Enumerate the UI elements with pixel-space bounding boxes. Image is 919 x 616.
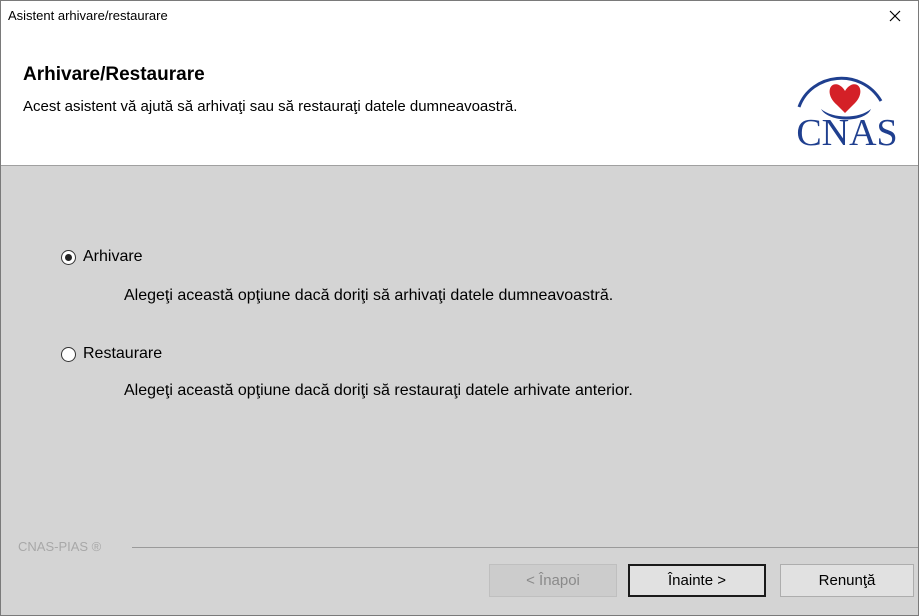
- wizard-body: Arhivare Alegeţi această opţiune dacă do…: [1, 166, 918, 615]
- cancel-button[interactable]: Renunţă: [780, 564, 914, 597]
- back-button[interactable]: < Înapoi: [489, 564, 617, 597]
- brand-label: CNAS-PIAS ®: [18, 539, 102, 554]
- logo-text: CNAS: [796, 112, 897, 149]
- wizard-window: Asistent arhivare/restaurare Arhivare/Re…: [0, 0, 919, 616]
- radio-arhivare[interactable]: Arhivare: [61, 248, 143, 266]
- cnas-logo: CNAS: [775, 67, 915, 154]
- page-subtitle: Acest asistent vă ajută să arhivaţi sau …: [23, 98, 518, 115]
- page-title: Arhivare/Restaurare: [23, 64, 205, 85]
- window-title: Asistent arhivare/restaurare: [8, 8, 168, 23]
- radio-button-restaurare[interactable]: [61, 346, 76, 362]
- close-icon: [889, 10, 901, 22]
- logo-heart: [829, 84, 861, 113]
- radio-button-arhivare[interactable]: [61, 249, 76, 265]
- option-description-arhivare: Alegeţi această opţiune dacă doriţi să a…: [124, 287, 614, 304]
- radio-label-arhivare: Arhivare: [83, 248, 143, 265]
- footer-divider: [132, 547, 918, 548]
- close-button[interactable]: [872, 1, 918, 31]
- radio-restaurare[interactable]: Restaurare: [61, 345, 162, 363]
- option-description-restaurare: Alegeţi această opţiune dacă doriţi să r…: [124, 382, 633, 399]
- next-button[interactable]: Înainte >: [628, 564, 766, 597]
- radio-label-restaurare: Restaurare: [83, 345, 163, 362]
- wizard-header: Arhivare/Restaurare Acest asistent vă aj…: [1, 31, 918, 166]
- title-bar: Asistent arhivare/restaurare: [1, 1, 918, 31]
